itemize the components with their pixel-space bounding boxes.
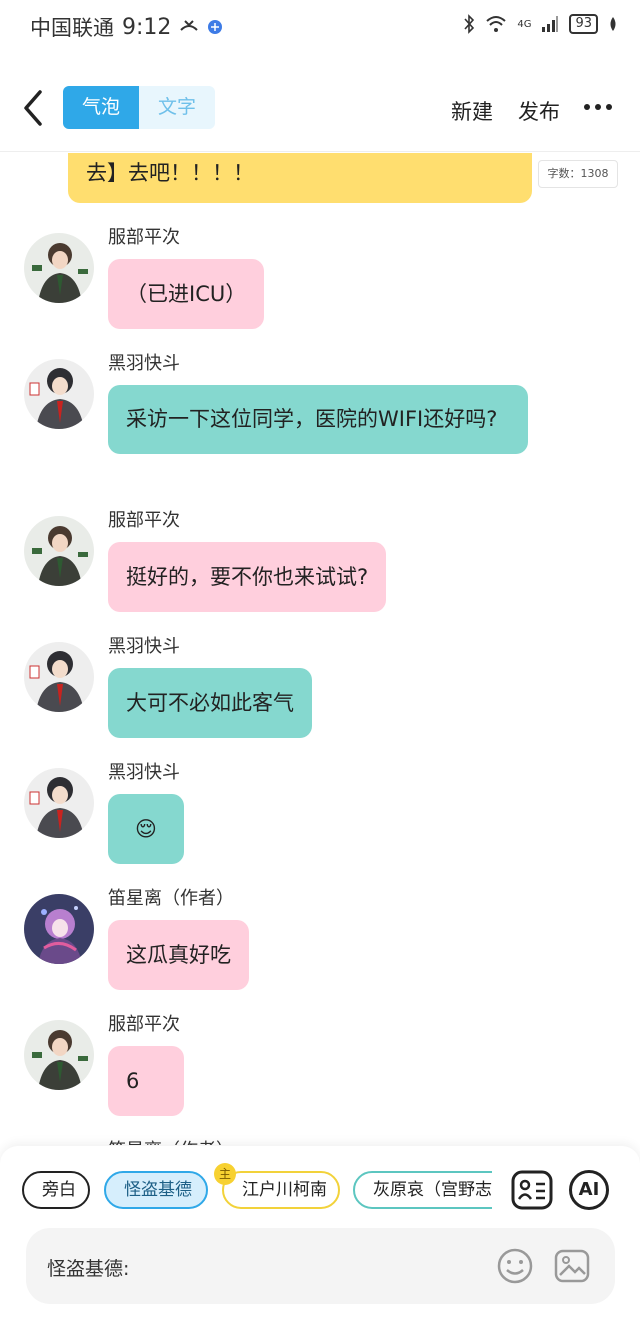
back-arrow-icon[interactable] (18, 88, 48, 128)
status-right: 4G 93 (463, 14, 618, 34)
message-bubble[interactable]: 采访一下这位同学，医院的WIFI还好吗? (108, 385, 528, 454)
avatar[interactable] (24, 642, 94, 712)
speaker-name: 服部平次 (108, 1014, 180, 1035)
browser-notification-icon (208, 20, 223, 34)
speaker-name: 黑羽快斗 (108, 353, 180, 374)
leaf-icon (610, 17, 616, 31)
chat-list[interactable]: 去】去吧！！！！ 字数：1308 服部平次 （已进ICU） 黑羽快斗 采访一下这… (0, 153, 640, 1145)
message-composer: 怪盗基德: (26, 1228, 615, 1304)
message-bubble[interactable]: 去】去吧！！！！ (68, 153, 532, 203)
tab-bubble[interactable]: 气泡 (63, 86, 139, 129)
image-icon[interactable] (553, 1247, 591, 1285)
role-card-icon[interactable] (511, 1170, 553, 1210)
signal-icon (542, 16, 559, 32)
speaker-name: 服部平次 (108, 227, 180, 248)
message-bubble[interactable]: （已进ICU） (108, 259, 265, 329)
avatar[interactable] (24, 1020, 94, 1090)
new-button[interactable]: 新建 (451, 96, 493, 126)
speaker-name: 黑羽快斗 (108, 636, 180, 657)
speaker-name: 笛星离（作者） (108, 1136, 234, 1145)
bluetooth-icon (464, 14, 475, 34)
avatar[interactable] (24, 359, 94, 429)
role-selector[interactable]: 旁白 怪盗基德 江户川柯南 灰原哀（宫野志保） (22, 1171, 492, 1211)
status-left: 中国联通 9:12 (30, 12, 223, 42)
battery-indicator: 93 (569, 14, 598, 34)
avatar[interactable] (24, 768, 94, 838)
current-role-label: 怪盗基德: (47, 1258, 130, 1280)
wifi-icon (486, 16, 506, 32)
carrier-label: 中国联通 (30, 16, 114, 40)
call-missed-icon (180, 20, 199, 31)
main-role-badge: 主 (214, 1163, 236, 1185)
message-input[interactable] (160, 1246, 490, 1286)
role-chip-aside[interactable]: 旁白 (22, 1171, 90, 1209)
speaker-name: 黑羽快斗 (108, 762, 180, 783)
mode-switch: 气泡 文字 (63, 86, 215, 129)
message-bubble[interactable]: 这瓜真好吃 (108, 920, 249, 990)
ai-button[interactable]: AI (569, 1170, 609, 1210)
avatar[interactable] (24, 516, 94, 586)
role-chip-haibara[interactable]: 灰原哀（宫野志保） (353, 1171, 492, 1209)
clock: 9:12 (122, 14, 172, 40)
message-bubble[interactable]: 😌 (108, 794, 184, 864)
speaker-name: 服部平次 (108, 510, 180, 531)
role-chip-kid[interactable]: 怪盗基德 (104, 1171, 208, 1209)
speaker-name: 笛星离（作者） (108, 888, 234, 909)
message-bubble[interactable]: 大可不必如此客气 (108, 668, 312, 738)
emoji-icon[interactable] (496, 1247, 534, 1285)
more-options-icon[interactable] (584, 104, 612, 110)
status-bar: 中国联通 9:12 4G 93 (0, 0, 640, 52)
network-type: 4G (517, 18, 532, 30)
role-chip-conan[interactable]: 江户川柯南 (222, 1171, 340, 1209)
message-bubble[interactable]: 6 (108, 1046, 184, 1116)
word-count-badge: 字数：1308 (538, 160, 618, 188)
avatar[interactable] (24, 233, 94, 303)
avatar[interactable] (24, 894, 94, 964)
tab-text[interactable]: 文字 (139, 86, 215, 129)
message-bubble[interactable]: 挺好的，要不你也来试试? (108, 542, 387, 612)
top-app-bar: 气泡 文字 新建 发布 (0, 52, 640, 152)
publish-button[interactable]: 发布 (518, 96, 560, 126)
